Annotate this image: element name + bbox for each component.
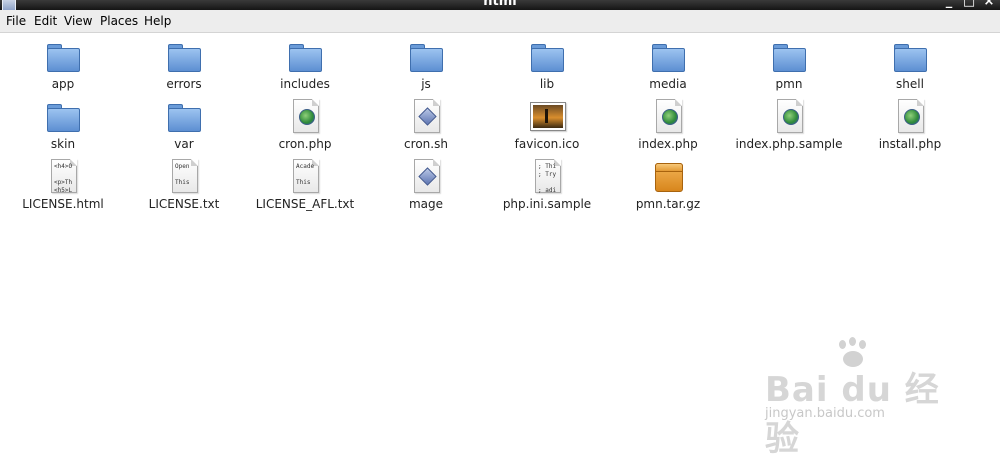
folder-icon — [166, 99, 202, 135]
title-bar: html _ □ × — [0, 0, 1000, 10]
file-item[interactable]: index.php.sample — [729, 99, 849, 151]
menu-help-label: Help — [144, 14, 172, 28]
file-item[interactable]: mage — [366, 159, 486, 211]
file-item[interactable]: pmn.tar.gz — [608, 159, 728, 211]
file-name: lib — [539, 77, 555, 91]
file-item[interactable]: js — [366, 39, 486, 91]
file-item[interactable]: shell — [850, 39, 970, 91]
text-file-icon: Open This — [166, 159, 202, 195]
menu-places[interactable]: Places — [100, 14, 138, 28]
html-file-icon: <h4>O <p>Th <h5>L — [45, 159, 81, 195]
file-item[interactable]: errors — [124, 39, 244, 91]
close-button[interactable]: × — [982, 0, 996, 9]
baidu-watermark: Bai du 经验 jingyan.baidu.com — [765, 337, 945, 459]
file-name: media — [649, 77, 687, 91]
file-name: includes — [280, 77, 330, 91]
folder-icon — [45, 39, 81, 75]
menu-edit-label: Edit — [34, 14, 58, 28]
maximize-button[interactable]: □ — [962, 0, 976, 9]
file-preview-text: Acade This — [296, 163, 315, 186]
file-name: errors — [166, 77, 202, 91]
file-item[interactable]: var — [124, 99, 244, 151]
menu-help[interactable]: Help — [144, 14, 171, 28]
folder-icon — [771, 39, 807, 75]
file-item[interactable]: Acade This LICENSE_AFL.txt — [245, 159, 365, 211]
folder-icon — [892, 39, 928, 75]
file-name: cron.php — [278, 137, 332, 151]
image-file-icon — [529, 99, 566, 135]
window-title: html — [483, 0, 517, 9]
file-name: shell — [896, 77, 924, 91]
menu-view[interactable]: View — [64, 14, 92, 28]
file-name: app — [51, 77, 75, 91]
file-name: js — [421, 77, 431, 91]
file-name: cron.sh — [404, 137, 448, 151]
file-item[interactable]: cron.sh — [366, 99, 486, 151]
file-item[interactable]: includes — [245, 39, 365, 91]
file-name: index.php.sample — [735, 137, 843, 151]
file-name: pmn — [775, 77, 803, 91]
menu-file[interactable]: File — [6, 14, 26, 28]
file-item[interactable]: favicon.ico — [487, 99, 607, 151]
file-name: LICENSE.html — [22, 197, 104, 211]
file-item[interactable]: <h4>O <p>Th <h5>L LICENSE.html — [3, 159, 123, 211]
file-item[interactable]: index.php — [608, 99, 728, 151]
menu-bar: File Edit View Places Help — [0, 10, 1000, 33]
file-item[interactable]: media — [608, 39, 728, 91]
script-file-icon — [408, 159, 444, 195]
file-name: pmn.tar.gz — [635, 197, 701, 211]
file-item[interactable]: pmn — [729, 39, 849, 91]
file-preview-text: <h4>O <p>Th <h5>L — [54, 163, 73, 194]
folder-icon — [287, 39, 323, 75]
file-name: index.php — [638, 137, 698, 151]
file-name: LICENSE.txt — [148, 197, 220, 211]
folder-icon — [166, 39, 202, 75]
file-name: favicon.ico — [514, 137, 580, 151]
php-file-icon — [287, 99, 323, 135]
file-item[interactable]: lib — [487, 39, 607, 91]
php-file-icon — [650, 99, 686, 135]
file-name: install.php — [878, 137, 942, 151]
file-item[interactable]: skin — [3, 99, 123, 151]
file-name: var — [174, 137, 194, 151]
text-file-icon: ; Thi ; Try ; adi — [529, 159, 565, 195]
php-file-icon — [771, 99, 807, 135]
file-name: LICENSE_AFL.txt — [255, 197, 355, 211]
minimize-button[interactable]: _ — [942, 0, 956, 9]
archive-icon — [650, 159, 686, 195]
file-preview-text: Open This — [175, 163, 190, 186]
watermark-url: jingyan.baidu.com — [765, 406, 885, 421]
file-item[interactable]: install.php — [850, 99, 970, 151]
folder-icon — [650, 39, 686, 75]
menu-view-label: View — [64, 14, 93, 28]
file-name: php.ini.sample — [502, 197, 592, 211]
file-item[interactable]: Open This LICENSE.txt — [124, 159, 244, 211]
folder-icon — [45, 99, 81, 135]
folder-icon — [408, 39, 444, 75]
php-file-icon — [892, 99, 928, 135]
file-item[interactable]: app — [3, 39, 123, 91]
file-item[interactable]: cron.php — [245, 99, 365, 151]
file-name: mage — [408, 197, 444, 211]
menu-edit[interactable]: Edit — [34, 14, 57, 28]
file-preview-text: ; Thi ; Try ; adi — [538, 163, 557, 194]
file-name: skin — [50, 137, 76, 151]
file-item[interactable]: ; Thi ; Try ; adi php.ini.sample — [487, 159, 607, 211]
folder-icon — [529, 39, 565, 75]
script-file-icon — [408, 99, 444, 135]
menu-places-label: Places — [100, 14, 139, 28]
menu-file-label: File — [6, 14, 27, 28]
text-file-icon: Acade This — [287, 159, 323, 195]
